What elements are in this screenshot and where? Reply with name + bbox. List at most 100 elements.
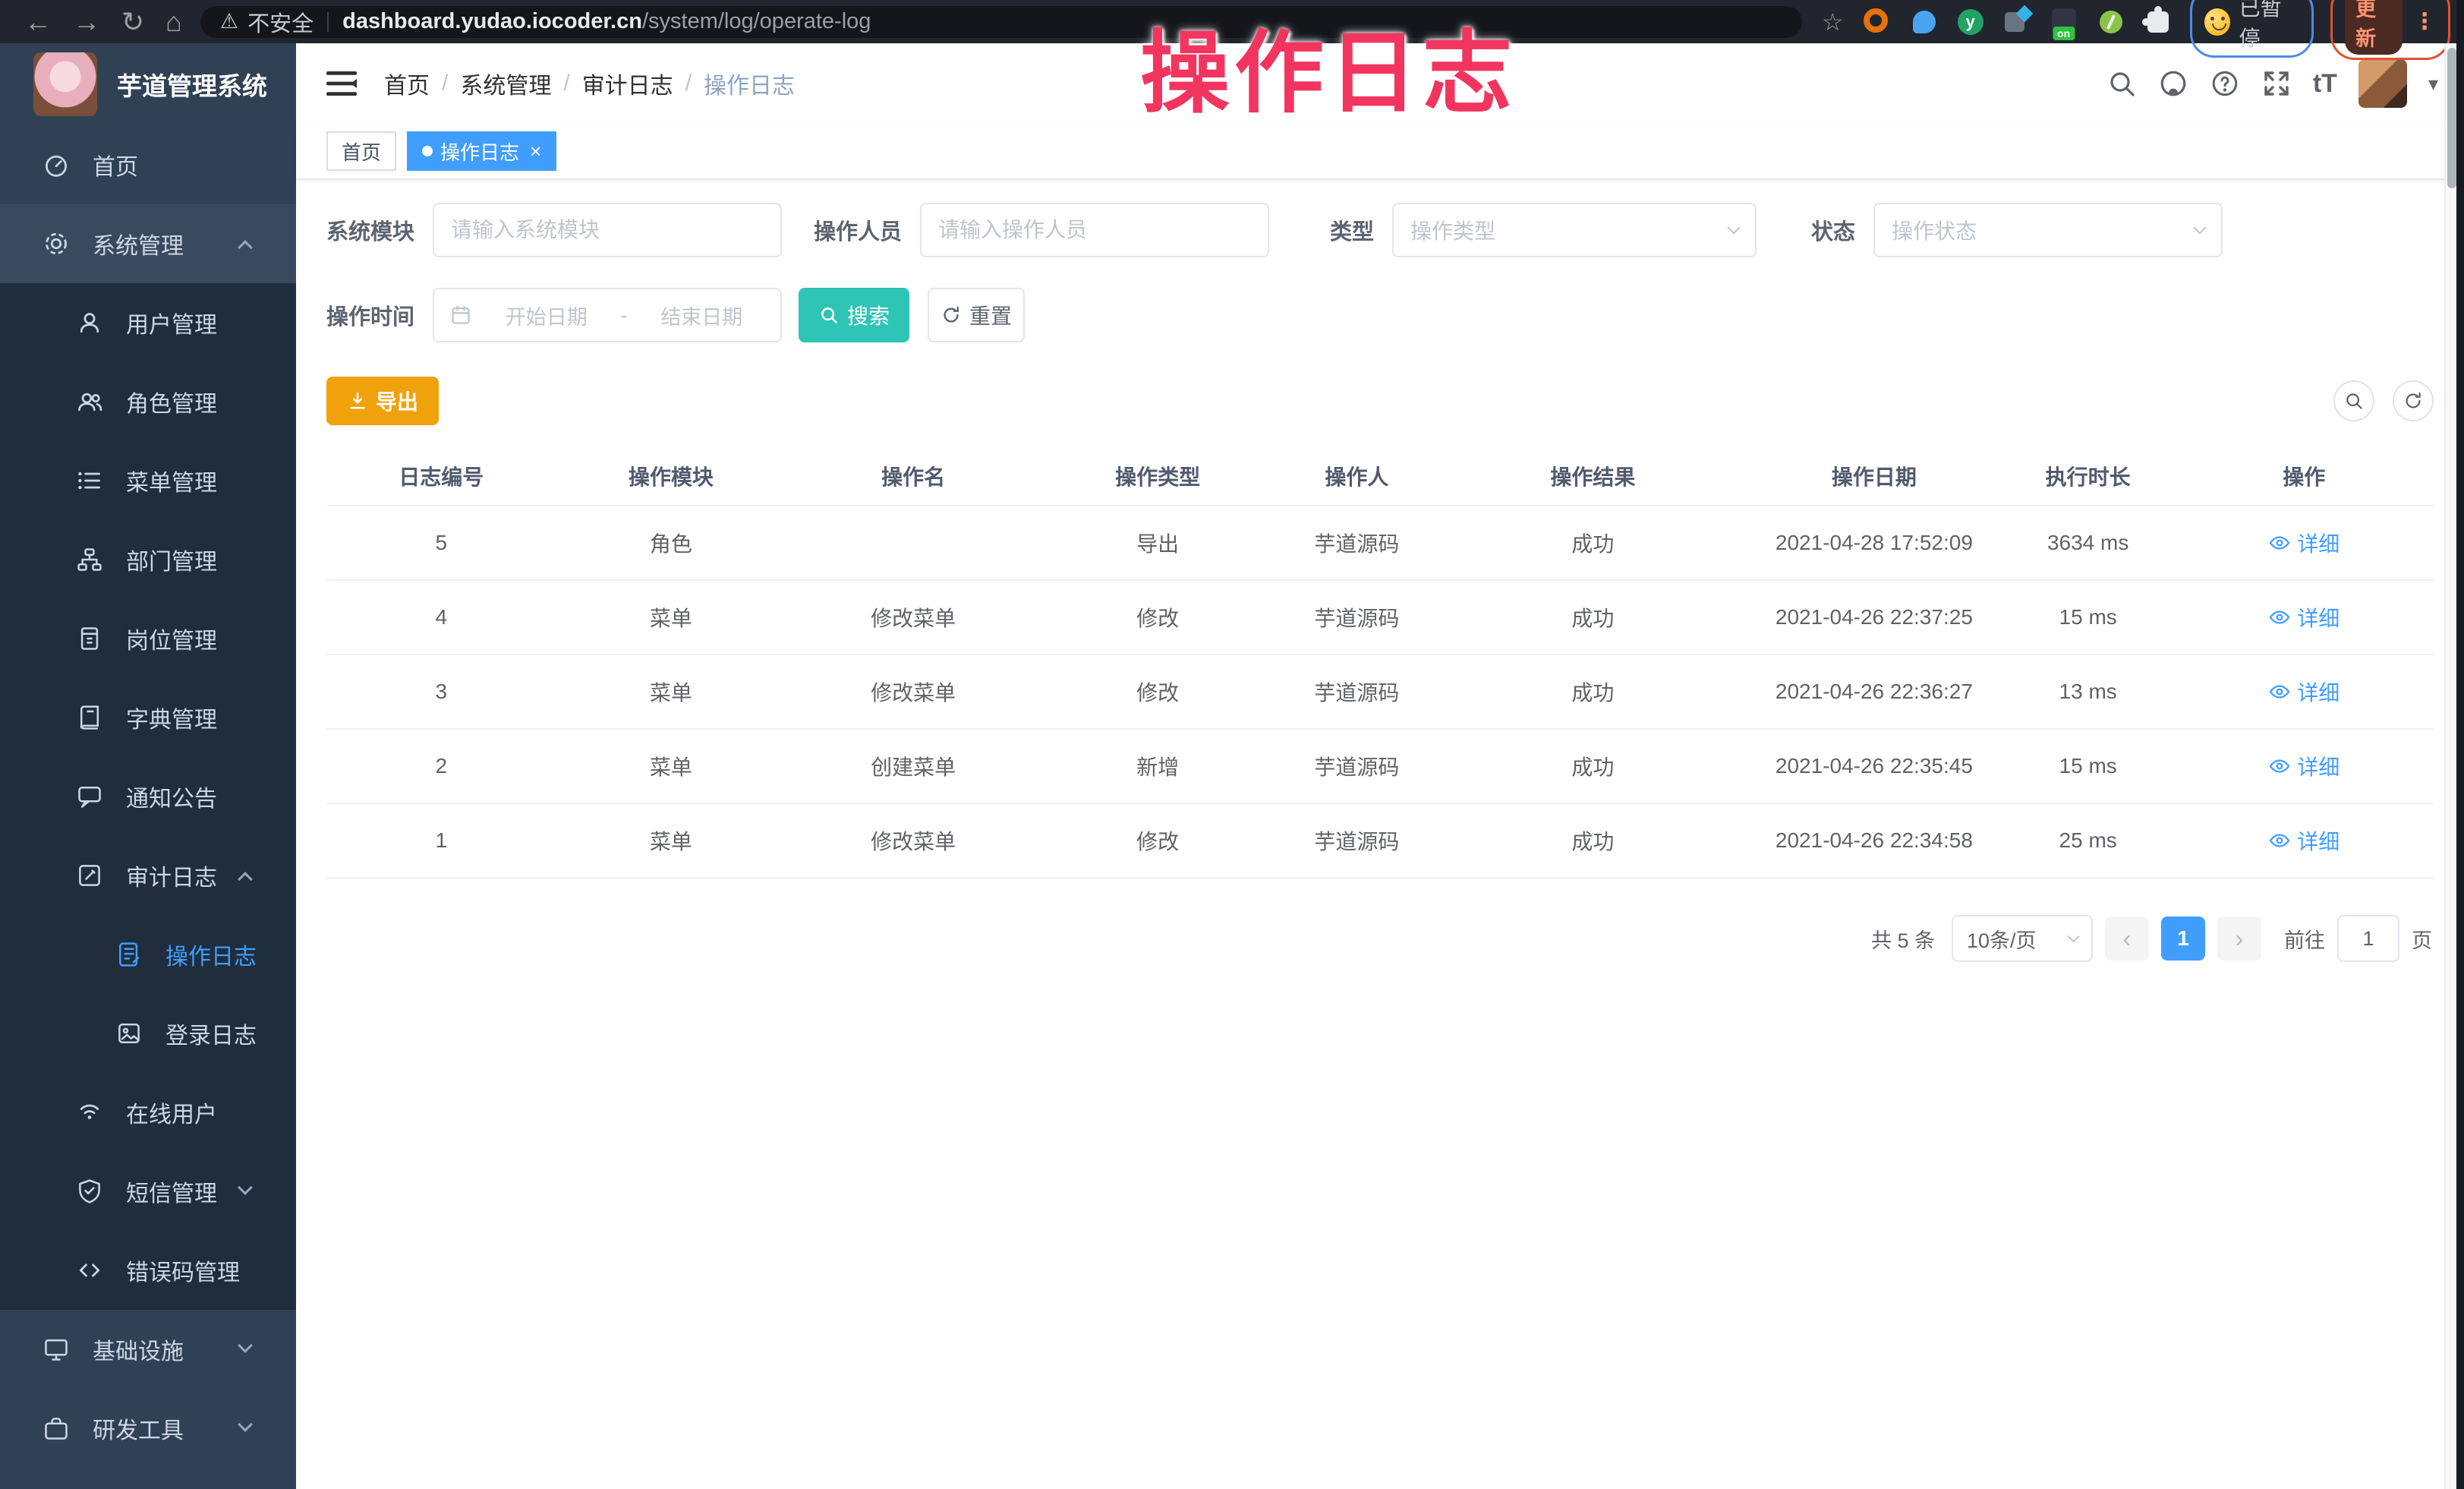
eye-icon <box>2268 609 2291 626</box>
tag-operate-log[interactable]: 操作日志 × <box>407 131 556 171</box>
sidebar-item-audit[interactable]: 审计日志 <box>0 836 296 915</box>
export-button[interactable]: 导出 <box>326 377 439 425</box>
badge-icon <box>76 625 103 652</box>
cell-action: 详细 <box>2174 655 2434 729</box>
tag-close-icon[interactable]: × <box>530 140 541 163</box>
avatar-caret-icon[interactable]: ▾ <box>2428 72 2438 96</box>
reset-button[interactable]: 重置 <box>928 288 1025 342</box>
table-header-row: 日志编号 操作模块 操作名 操作类型 操作人 操作结果 操作日期 执行时长 操作 <box>326 446 2434 506</box>
col-header-id: 日志编号 <box>326 446 556 506</box>
top-navbar: 首页 / 系统管理 / 审计日志 / 操作日志 tT ▾ <box>296 43 2464 124</box>
status-select[interactable]: 操作状态 <box>1873 203 2223 257</box>
sidebar-item-dict[interactable]: 字典管理 <box>0 678 296 757</box>
extension-icon-leaf[interactable] <box>2097 8 2125 36</box>
sidebar-collapse-icon[interactable] <box>326 70 357 97</box>
not-secure-label[interactable]: 不安全 <box>247 6 314 38</box>
sidebar-item-sms[interactable]: 短信管理 <box>0 1152 296 1231</box>
extension-icon-drop[interactable] <box>1911 8 1938 36</box>
col-header-action: 操作 <box>2174 446 2434 506</box>
start-date-placeholder[interactable]: 开始日期 <box>483 301 610 330</box>
reload-icon[interactable]: ↻ <box>121 8 144 36</box>
breadcrumb-home[interactable]: 首页 <box>384 67 430 100</box>
sidebar-item-devtools[interactable]: 研发工具 <box>0 1389 296 1468</box>
detail-link-label: 详细 <box>2297 751 2340 781</box>
cell-date: 2021-04-26 22:34:58 <box>1747 803 2002 878</box>
update-button[interactable]: 更新 <box>2345 0 2403 55</box>
user-icon <box>76 309 103 336</box>
sidebar-item-operate-log[interactable]: 操作日志 <box>0 915 296 994</box>
sidebar-item-posts[interactable]: 岗位管理 <box>0 599 296 678</box>
prev-page-button[interactable]: ‹ <box>2105 916 2149 961</box>
address-bar[interactable]: ⚠ 不安全 dashboard.yudao.iocoder.cn /system… <box>200 6 1802 38</box>
extensions-puzzle-icon[interactable] <box>2144 8 2172 36</box>
sidebar-item-menus[interactable]: 菜单管理 <box>0 441 296 520</box>
sidebar-item-label: 岗位管理 <box>126 622 217 655</box>
update-chip[interactable]: 更新 ⋮ <box>2330 0 2450 60</box>
github-icon[interactable] <box>2158 68 2188 99</box>
next-page-button[interactable]: › <box>2217 916 2261 961</box>
cell-operator: 芋道源码 <box>1275 729 1439 803</box>
page-size-select[interactable]: 10条/页 <box>1952 915 2093 962</box>
sidebar-item-online-users[interactable]: 在线用户 <box>0 1073 296 1152</box>
table-row: 1 菜单 修改菜单 修改 芋道源码 成功 2021-04-26 22:34:58… <box>326 803 2434 878</box>
current-page-button[interactable]: 1 <box>2161 916 2205 961</box>
font-size-icon[interactable]: tT <box>2313 69 2337 99</box>
back-icon[interactable]: ← <box>24 8 52 36</box>
extension-icon-switch[interactable]: on <box>2050 8 2078 36</box>
toggle-search-button[interactable] <box>2333 380 2374 421</box>
sidebar-item-label: 登录日志 <box>165 1017 257 1050</box>
sidebar-item-home[interactable]: 首页 <box>0 125 296 204</box>
date-range-picker[interactable]: 开始日期 - 结束日期 <box>433 288 782 342</box>
cell-id: 4 <box>326 580 556 655</box>
home-icon[interactable]: ⌂ <box>165 8 182 36</box>
extension-icon-y[interactable]: y <box>1958 9 1983 35</box>
cell-result: 成功 <box>1439 580 1747 655</box>
cell-id: 5 <box>326 506 556 580</box>
sidebar-item-system[interactable]: 系统管理 <box>0 204 296 283</box>
detail-link[interactable]: 详细 <box>2268 825 2340 856</box>
type-select[interactable]: 操作类型 <box>1392 203 1757 257</box>
extension-icon-ring[interactable] <box>1864 8 1891 36</box>
briefcase-icon <box>43 1415 70 1442</box>
fullscreen-icon[interactable] <box>2261 68 2292 99</box>
detail-link[interactable]: 详细 <box>2268 528 2340 558</box>
end-date-placeholder[interactable]: 结束日期 <box>638 301 766 330</box>
extension-icon-duo[interactable] <box>2003 8 2031 36</box>
sidebar-item-roles[interactable]: 角色管理 <box>0 362 296 441</box>
sidebar-item-login-log[interactable]: 登录日志 <box>0 994 296 1073</box>
goto-page-input[interactable] <box>2337 915 2399 962</box>
search-button[interactable]: 搜索 <box>799 288 909 342</box>
sidebar-item-notice[interactable]: 通知公告 <box>0 757 296 836</box>
bookmark-star-icon[interactable]: ☆ <box>1822 8 1844 36</box>
chevron-down-icon <box>2194 222 2207 235</box>
tag-home[interactable]: 首页 <box>326 131 396 171</box>
profile-chip[interactable]: 已暂停 <box>2190 0 2314 58</box>
operator-label: 操作人员 <box>814 214 902 246</box>
detail-link[interactable]: 详细 <box>2268 602 2340 633</box>
sidebar-item-depts[interactable]: 部门管理 <box>0 520 296 599</box>
extensions-area: y on <box>1864 8 2172 36</box>
cell-operator: 芋道源码 <box>1275 803 1439 878</box>
operator-input[interactable] <box>920 203 1269 257</box>
search-icon[interactable] <box>2106 68 2137 99</box>
scrollbar-thumb[interactable] <box>2447 48 2456 188</box>
sidebar-item-label: 操作日志 <box>165 938 257 971</box>
detail-link[interactable]: 详细 <box>2268 677 2340 707</box>
status-select-placeholder: 操作状态 <box>1892 215 1977 245</box>
breadcrumb-audit[interactable]: 审计日志 <box>582 67 673 100</box>
forward-icon[interactable]: → <box>73 8 100 36</box>
sidebar-item-error-code[interactable]: 错误码管理 <box>0 1231 296 1310</box>
sidebar-item-label: 通知公告 <box>126 780 217 813</box>
refresh-table-button[interactable] <box>2393 380 2434 421</box>
help-icon[interactable] <box>2210 68 2240 99</box>
user-avatar[interactable] <box>2358 59 2407 108</box>
app-brand[interactable]: 芋道管理系统 <box>0 43 296 125</box>
page-scrollbar[interactable] <box>2444 43 2456 1489</box>
browser-menu-icon[interactable]: ⋮ <box>2413 8 2436 35</box>
sidebar-item-infra[interactable]: 基础设施 <box>0 1310 296 1389</box>
sidebar-item-users[interactable]: 用户管理 <box>0 283 296 362</box>
module-input[interactable] <box>433 203 782 257</box>
detail-link[interactable]: 详细 <box>2268 751 2340 781</box>
chevron-down-icon <box>238 1338 253 1353</box>
breadcrumb-system[interactable]: 系统管理 <box>460 67 551 100</box>
